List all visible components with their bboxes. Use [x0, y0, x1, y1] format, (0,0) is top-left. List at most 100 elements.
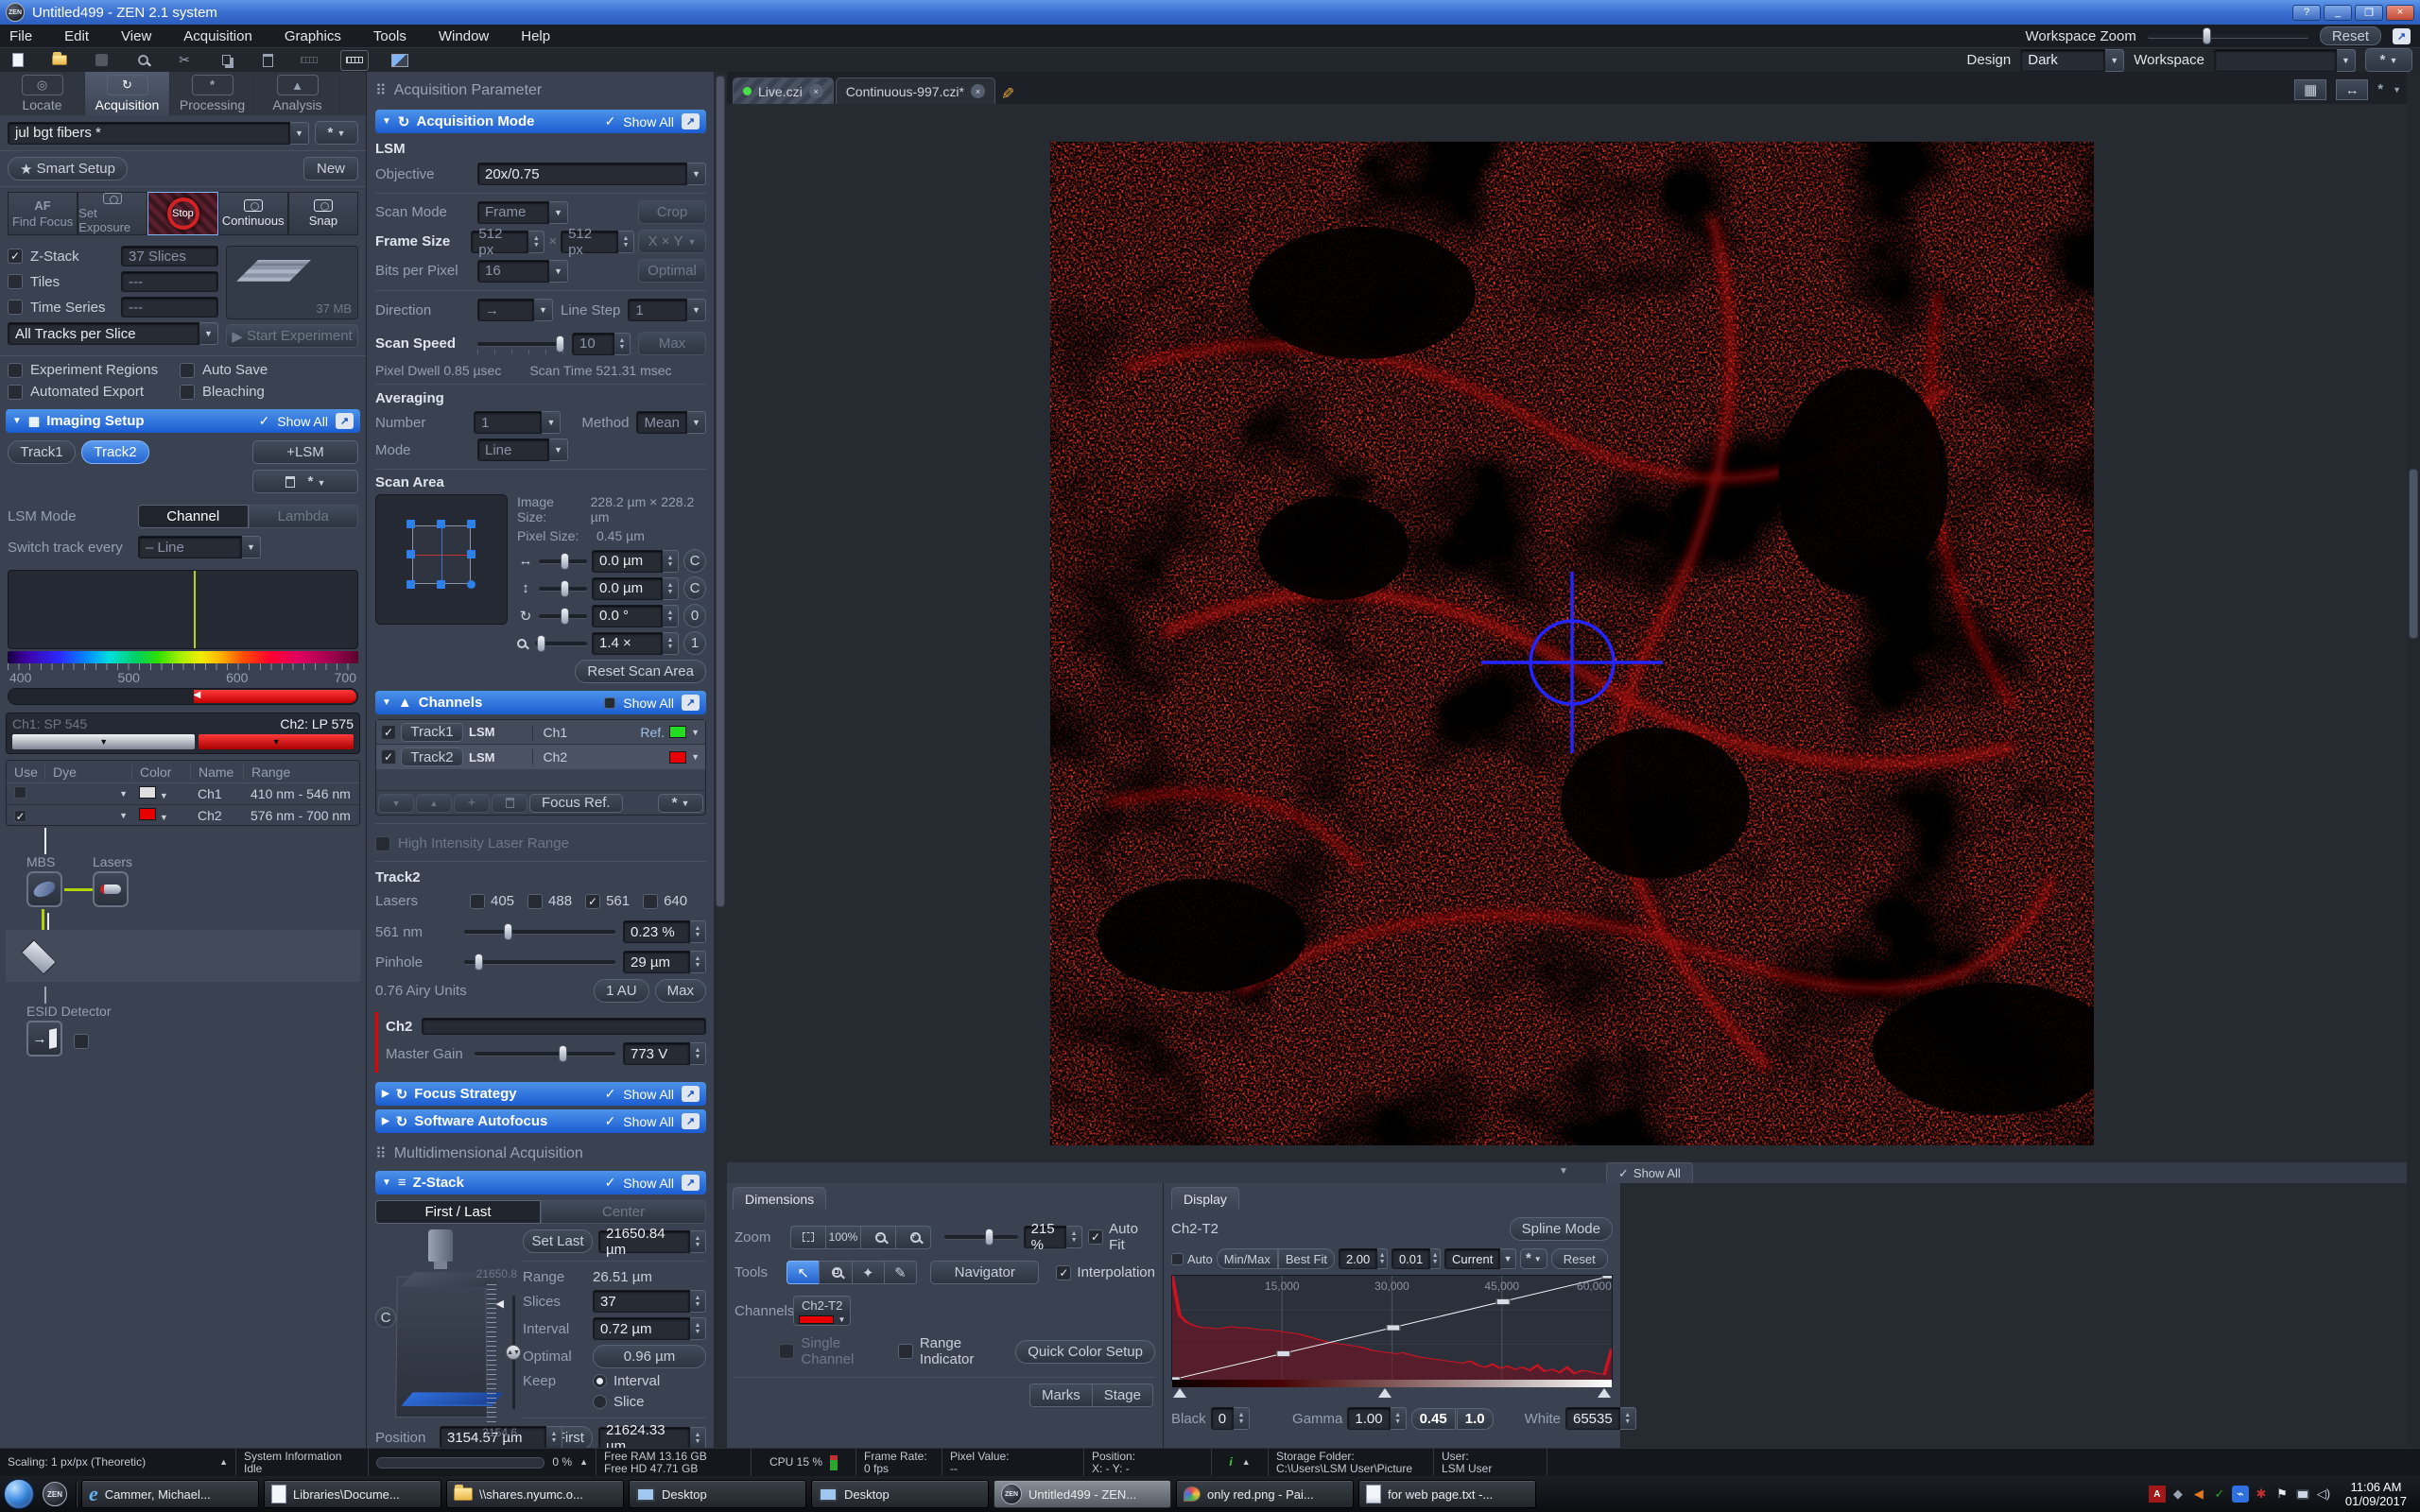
direction-select[interactable]: →▼ — [477, 299, 553, 321]
pan-tool-button[interactable]: ✦ — [852, 1261, 885, 1284]
lsm-mode-channel-button[interactable]: Channel — [138, 505, 249, 528]
offset-x-center-button[interactable]: C — [683, 549, 706, 573]
lasers-node[interactable] — [93, 871, 129, 907]
frame-width-input[interactable]: 512 px▲▼ — [471, 231, 544, 253]
zstack-tab-center[interactable]: Center — [541, 1200, 706, 1224]
progress-expand-icon[interactable]: ▲ — [579, 1456, 588, 1469]
zoom-out-button[interactable]: − — [860, 1226, 896, 1249]
menu-edit[interactable]: Edit — [64, 28, 89, 44]
ch1-color-swatch[interactable] — [139, 786, 156, 799]
channel-row-ch1[interactable]: ▼ ▼ Ch1 410 nm - 546 nm — [7, 783, 359, 804]
popout-icon[interactable]: ↗ — [682, 695, 700, 711]
scan-speed-slider[interactable] — [477, 342, 564, 346]
range-indicator-checkbox[interactable] — [898, 1344, 913, 1359]
close-tab-icon[interactable]: × — [809, 84, 823, 98]
minimize-button[interactable]: _ — [2324, 5, 2352, 21]
set-first-input[interactable]: 21624.33 µm▲▼ — [598, 1427, 706, 1450]
tray-acrobat-icon[interactable]: A — [2149, 1486, 2166, 1503]
track1-button[interactable]: Track1 — [8, 440, 76, 464]
auto-fit-checkbox[interactable] — [1088, 1229, 1103, 1245]
master-gain-input[interactable]: 773 V▲▼ — [623, 1042, 706, 1065]
ch2-dye-select[interactable]: ▼ — [44, 811, 131, 820]
quick-color-setup-button[interactable]: Quick Color Setup — [1015, 1340, 1155, 1364]
taskbar-button-zen-active[interactable]: ZENUntitled499 - ZEN... — [994, 1480, 1171, 1508]
offset-y-input[interactable]: 0.0 µm▲▼ — [592, 577, 679, 600]
averaging-method-select[interactable]: Mean▼ — [636, 411, 706, 434]
show-all-toggle[interactable]: Show All — [623, 114, 674, 129]
scan-area-preview[interactable] — [375, 494, 508, 625]
find-focus-button[interactable]: AFFind Focus — [8, 192, 78, 235]
maximize-button[interactable]: ❐ — [2355, 5, 2383, 21]
popout-icon[interactable]: ↗ — [336, 413, 354, 429]
info-expand-icon[interactable]: ▲ — [1242, 1456, 1251, 1469]
snap-button[interactable]: Snap — [288, 192, 358, 235]
channel-toggle-button[interactable]: Ch2-T2 ▼ — [793, 1296, 851, 1326]
laser-405-checkbox[interactable] — [470, 894, 485, 909]
laser-power-input[interactable]: 0.23 %▲▼ — [623, 920, 706, 943]
interval-input[interactable]: 0.72 µm▲▼ — [593, 1317, 706, 1340]
rotation-zero-button[interactable]: 0 — [683, 604, 706, 627]
frame-height-input[interactable]: 512 px▲▼ — [561, 231, 634, 253]
close-button[interactable]: × — [2386, 5, 2414, 21]
tray-network-icon[interactable] — [2294, 1486, 2311, 1503]
scaling-expand-icon[interactable]: ▲ — [219, 1456, 228, 1469]
esid-checkbox[interactable] — [74, 1034, 89, 1049]
marks-button[interactable]: Marks — [1029, 1383, 1093, 1407]
zstack-ruler[interactable] — [487, 1284, 496, 1426]
tab-continuous-czi[interactable]: Continuous-997.czi* × — [836, 77, 995, 104]
scan-speed-input[interactable]: 10▲▼ — [572, 333, 631, 355]
add-channel-button[interactable]: + — [454, 794, 490, 813]
slices-input[interactable]: 37▲▼ — [593, 1290, 706, 1313]
black-input[interactable]: 0▲▼ — [1211, 1407, 1250, 1430]
experiment-regions-checkbox[interactable] — [8, 363, 23, 378]
menu-window[interactable]: Window — [439, 28, 489, 44]
image-tool-icon[interactable] — [389, 52, 410, 69]
add-lsm-button[interactable]: +LSM — [252, 440, 358, 464]
annotate-pencil-icon[interactable]: ✎ — [1001, 85, 1014, 104]
current-select[interactable]: Current▼ — [1444, 1248, 1516, 1269]
grip-icon[interactable]: ⠿ — [375, 81, 387, 100]
tray-flag-icon[interactable]: ⚑ — [2273, 1486, 2290, 1503]
rotation-slider[interactable] — [539, 614, 587, 618]
black-marker[interactable] — [1173, 1388, 1186, 1398]
menu-acquisition[interactable]: Acquisition — [183, 28, 252, 44]
range-handle[interactable]: ◀ — [194, 690, 201, 700]
crop-button[interactable]: Crop — [638, 200, 706, 224]
micrograph[interactable] — [1050, 142, 2094, 1145]
view-more-icon[interactable]: ▼ — [2393, 85, 2401, 94]
stop-button[interactable]: Stop — [147, 192, 217, 235]
laser-power-slider[interactable] — [464, 930, 615, 934]
best-fit-button[interactable]: Best Fit — [1278, 1248, 1335, 1269]
switch-track-select[interactable]: – Line▼ — [138, 536, 261, 558]
track2-row[interactable]: Track2 LSM Ch2 ▼ — [376, 745, 705, 769]
objective-select[interactable]: 20x/0.75▼ — [477, 163, 706, 185]
continuous-button[interactable]: Continuous — [218, 192, 288, 235]
focus-ref-button[interactable]: Focus Ref. — [529, 794, 623, 813]
tray-app-icon[interactable]: ◆ — [2169, 1486, 2187, 1503]
scan-mode-select[interactable]: Frame▼ — [477, 201, 568, 224]
experiment-options-button[interactable]: * ▼ — [315, 121, 358, 145]
move-up-button[interactable]: ▲ — [416, 794, 452, 813]
best-fit-high-input[interactable]: 0.01▲▼ — [1392, 1248, 1441, 1269]
rotation-input[interactable]: 0.0 °▲▼ — [592, 605, 679, 627]
tray-alert-icon[interactable]: ✱ — [2253, 1486, 2270, 1503]
paste-icon[interactable] — [257, 52, 278, 69]
tab-live-czi[interactable]: Live.czi × — [733, 77, 834, 104]
pinhole-slider[interactable] — [464, 960, 615, 964]
grip-icon[interactable]: ⠿ — [375, 1144, 387, 1163]
keep-slice-radio[interactable] — [593, 1395, 607, 1409]
zoom-region-tool-button[interactable] — [819, 1261, 852, 1284]
taskbar-button-ie[interactable]: eCammer, Michael... — [81, 1480, 259, 1508]
zstack-center-button[interactable]: C — [375, 1307, 396, 1328]
close-tab-icon[interactable]: × — [971, 84, 985, 98]
track2-color-swatch[interactable] — [669, 751, 686, 764]
ch1-dye-select[interactable]: ▼ — [44, 789, 131, 799]
white-marker[interactable] — [1598, 1388, 1611, 1398]
viewer-show-all-toggle[interactable]: ✓Show All — [1606, 1162, 1693, 1183]
tab-processing[interactable]: *Processing — [170, 72, 255, 115]
tracks-per-slice-select[interactable]: All Tracks per Slice▼ — [8, 322, 218, 345]
zstack-checkbox[interactable] — [8, 249, 23, 264]
tiles-checkbox[interactable] — [8, 274, 23, 289]
software-autofocus-header[interactable]: ▶↻ Software Autofocus ✓Show All↗ — [375, 1109, 706, 1133]
optimal-button[interactable]: Optimal — [638, 259, 706, 283]
